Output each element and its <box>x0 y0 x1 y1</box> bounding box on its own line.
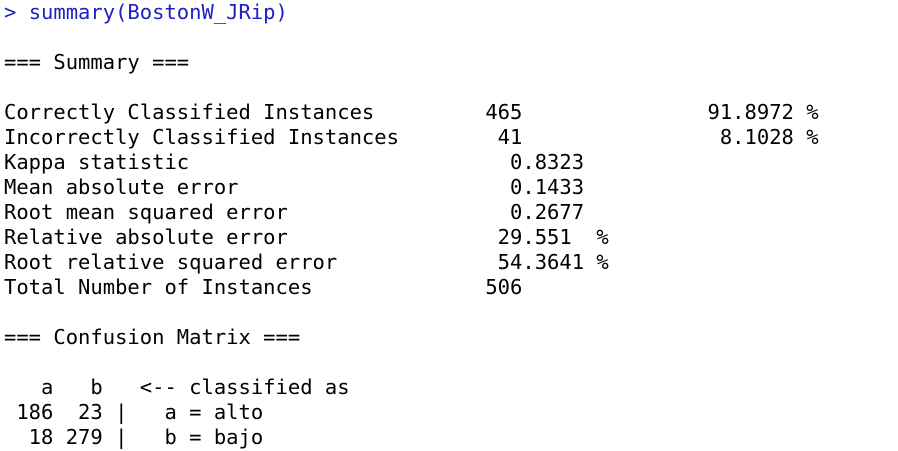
confusion-matrix-header: === Confusion Matrix === <box>4 325 301 349</box>
root-relative-squared-error-row: Root relative squared error 54.3641 % <box>4 250 609 274</box>
total-instances-row: Total Number of Instances 506 <box>4 275 585 299</box>
command-line: > summary(BostonW_JRip) <box>4 0 898 25</box>
relative-absolute-error-row: Relative absolute error 29.551 % <box>4 225 609 249</box>
command-text: summary(BostonW_JRip) <box>28 0 288 24</box>
confusion-matrix-row-b: 18 279 | b = bajo <box>4 425 264 449</box>
correctly-classified-row: Correctly Classified Instances 465 91.89… <box>4 100 819 124</box>
mean-absolute-error-row: Mean absolute error 0.1433 <box>4 175 585 199</box>
kappa-row: Kappa statistic 0.8323 <box>4 150 585 174</box>
confusion-matrix-row-a: 186 23 | a = alto <box>4 400 264 424</box>
summary-header: === Summary === <box>4 50 190 74</box>
console-prompt: > <box>4 0 29 24</box>
incorrectly-classified-row: Incorrectly Classified Instances 41 8.10… <box>4 125 819 149</box>
r-console: > summary(BostonW_JRip) === Summary === … <box>0 0 898 451</box>
confusion-matrix-columns: a b <-- classified as <box>4 375 350 399</box>
rmse-row: Root mean squared error 0.2677 <box>4 200 585 224</box>
